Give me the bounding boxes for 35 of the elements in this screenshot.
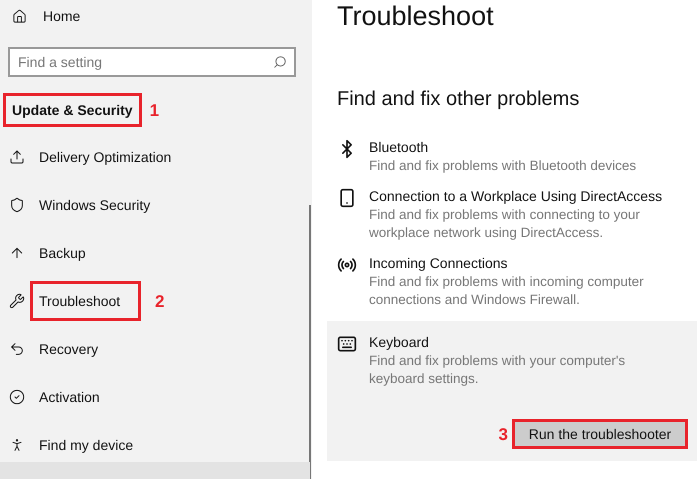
home-link[interactable]: Home [43, 6, 80, 27]
troubleshooter-title[interactable]: Connection to a Workplace Using DirectAccess [369, 187, 684, 206]
search-field[interactable]: Find a setting [8, 47, 296, 77]
nav-item[interactable]: Recovery [39, 329, 98, 369]
step-number: 3 [498, 426, 508, 442]
run-troubleshooter-button[interactable]: Run the troubleshooter [512, 419, 688, 449]
step-number: 1 [150, 102, 160, 118]
troubleshooter-card[interactable]: Keyboard Find and fix problems with your computer's keyboard settings. 3 Run the troubleshooter [327, 321, 697, 461]
troubleshooter-title[interactable]: Keyboard [369, 333, 684, 352]
shield-icon [9, 197, 25, 213]
troubleshooter-title[interactable]: Bluetooth [369, 138, 684, 157]
keyboard-icon [337, 334, 357, 354]
home-icon [12, 9, 27, 24]
nav-item[interactable]: Find my device [39, 425, 134, 465]
troubleshooter-description: Find and fix problems with connecting to your workplace network using DirectAccess. [369, 206, 641, 242]
scrollbar[interactable] [309, 205, 311, 479]
search-icon [273, 55, 287, 69]
nav-item[interactable]: Backup [39, 233, 86, 273]
troubleshooter-title[interactable]: Incoming Connections [369, 254, 684, 273]
undo-arrow-icon [9, 341, 25, 357]
nav-item[interactable]: Delivery Optimization [39, 137, 172, 177]
troubleshooter-description: Find and fix problems with your computer's keyboard settings. [369, 352, 626, 388]
nav-item[interactable]: Activation [39, 377, 100, 417]
section-heading: Update & Security [3, 93, 142, 127]
page-title: Troubleshoot [337, 3, 495, 30]
section-heading: Find and fix other problems [337, 87, 580, 112]
check-circle-icon [9, 389, 25, 405]
wrench-icon [9, 293, 25, 309]
upload-tray-icon [9, 149, 25, 165]
troubleshooter-description: Find and fix problems with Bluetooth devices [369, 157, 638, 175]
troubleshooter-description: Find and fix problems with incoming computer connections and Windows Firewall. [369, 273, 645, 309]
nav-item[interactable]: Troubleshoot [30, 281, 141, 321]
nav-item[interactable]: Windows Security [39, 185, 150, 225]
step-number: 2 [155, 292, 164, 310]
arrow-up-icon [9, 245, 25, 261]
